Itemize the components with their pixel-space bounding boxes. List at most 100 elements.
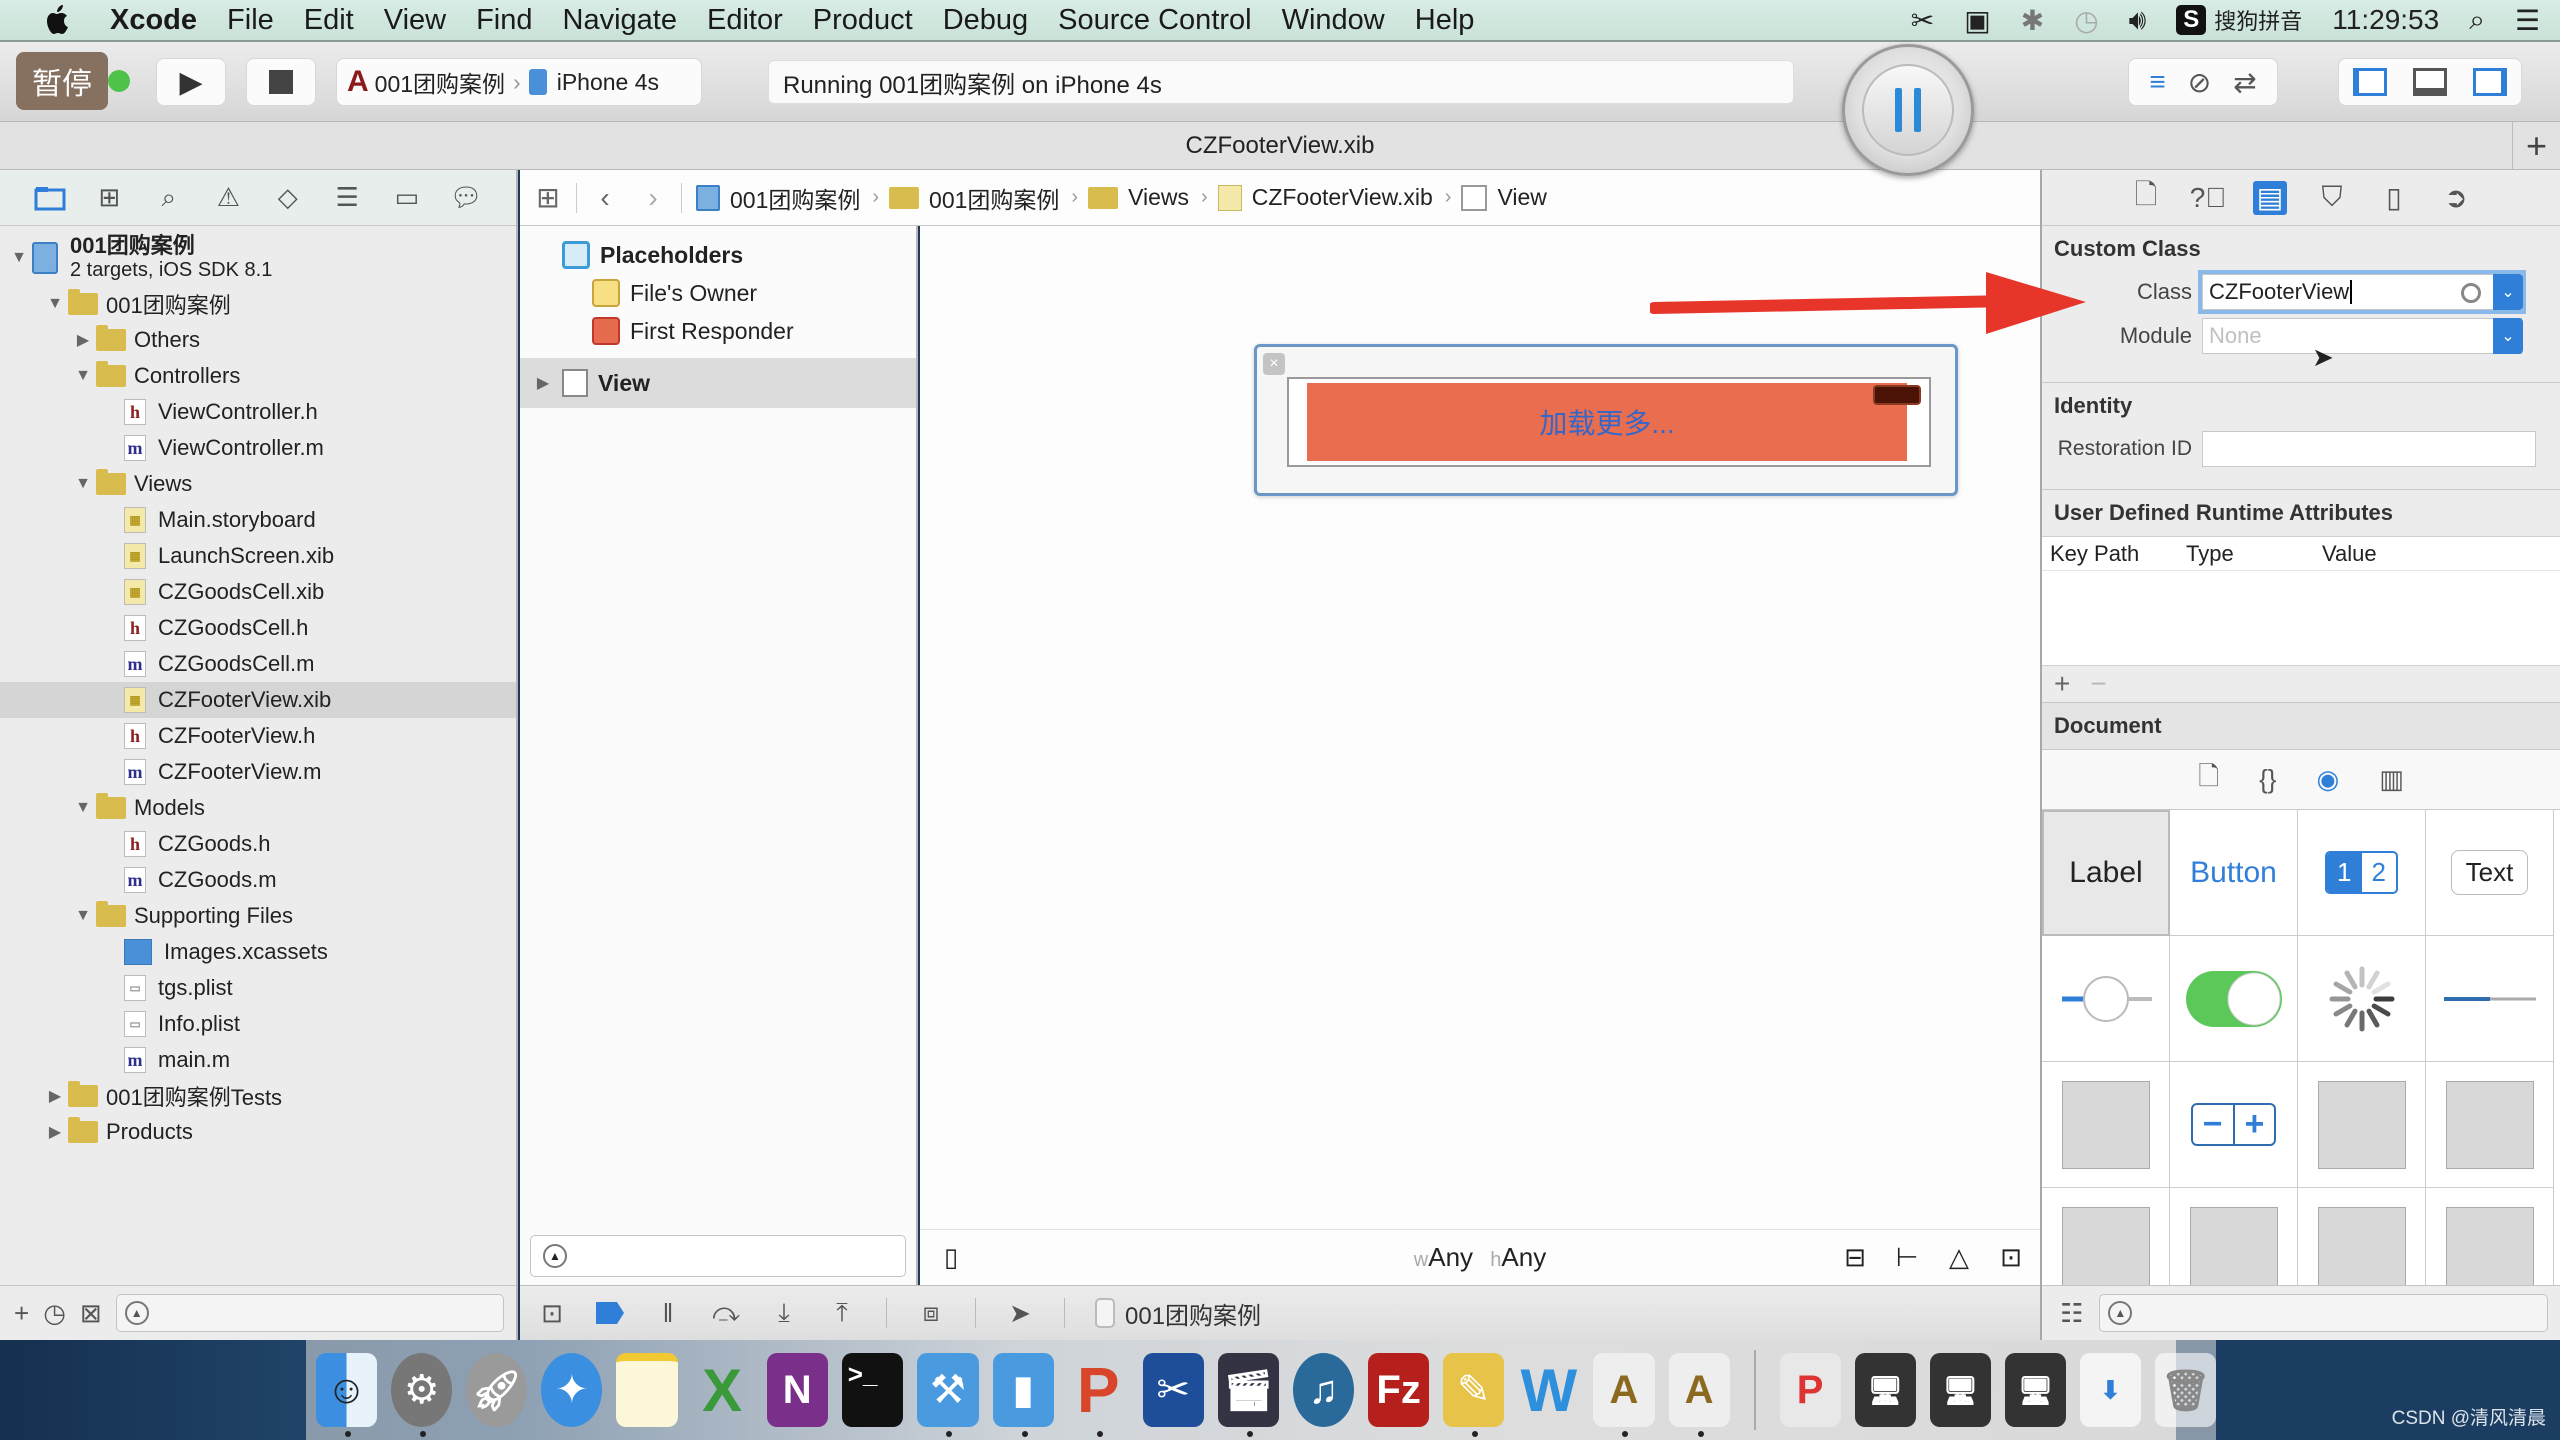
navigator-group[interactable]: ▶ Others	[0, 322, 516, 358]
downloads-folder-icon[interactable]: ⬇	[2079, 1353, 2142, 1427]
quick-help-icon[interactable]: ?⃝	[2190, 181, 2227, 215]
navigator-group[interactable]: ▶ Products	[0, 1114, 516, 1150]
stop-button[interactable]	[246, 58, 316, 106]
col-type[interactable]: Type	[2186, 541, 2322, 567]
process-selector[interactable]: 001团购案例	[1095, 1296, 1261, 1331]
add-file-button[interactable]: +	[14, 1298, 29, 1329]
file-inspector-icon[interactable]: 🗋︎	[2129, 179, 2163, 215]
menu-view[interactable]: View	[384, 4, 446, 37]
library-item-switch[interactable]	[2170, 936, 2298, 1062]
forward-arrow-icon[interactable]: ›	[639, 182, 667, 214]
navigator-file[interactable]: ▦ CZFooterView.xib	[0, 682, 516, 718]
breadcrumb-item[interactable]: Views	[1088, 184, 1189, 211]
powerpoint-icon[interactable]: P	[1068, 1353, 1129, 1437]
chevron-down-icon[interactable]: ⌄	[2493, 274, 2523, 310]
connections-inspector-icon[interactable]: ➲	[2439, 181, 2473, 215]
camera-icon[interactable]: ▣	[1964, 4, 1990, 37]
step-into-icon[interactable]: ⤓	[770, 1297, 798, 1329]
screen-recorder-pause-button[interactable]	[1842, 44, 1974, 176]
disclosure-open-icon[interactable]: ▼	[10, 249, 28, 267]
navigator-group[interactable]: ▼ Models	[0, 790, 516, 826]
code-snippet-library-icon[interactable]: {}	[2259, 764, 2276, 795]
video-editor-icon[interactable]: 🎬︎	[1217, 1353, 1279, 1437]
navigator-file[interactable]: m ViewController.m	[0, 430, 516, 466]
tab-czfooterview-xib[interactable]: CZFooterView.xib	[1186, 132, 1375, 160]
pdf-document-icon[interactable]: P	[1779, 1353, 1841, 1427]
network-share-icon[interactable]: 🖥︎	[1854, 1353, 1916, 1427]
library-item-table-view-cell[interactable]	[2426, 1062, 2554, 1188]
library-filter-input[interactable]: ▲	[2099, 1294, 2548, 1332]
report-icon[interactable]: 💬︎	[450, 182, 483, 214]
disclosure-open-icon[interactable]: ▼	[74, 475, 92, 493]
navigator-file[interactable]: ▭ Info.plist	[0, 1006, 516, 1042]
toggle-navigator-icon[interactable]	[2353, 68, 2387, 96]
pin-icon[interactable]: ⊢	[1890, 1242, 1924, 1273]
navigator-file[interactable]: h CZGoodsCell.h	[0, 610, 516, 646]
navigator-group[interactable]: ▼ Views	[0, 466, 516, 502]
disclosure-open-icon[interactable]: ▼	[74, 907, 92, 925]
step-out-icon[interactable]: ⤒	[828, 1297, 856, 1329]
disclosure-open-icon[interactable]: ▼	[74, 367, 92, 385]
navigator-file[interactable]: ▭ tgs.plist	[0, 970, 516, 1006]
library-item-activity-indicator[interactable]	[2298, 936, 2426, 1062]
navigator-file[interactable]: m CZGoods.m	[0, 862, 516, 898]
navigator-filter-input[interactable]: ▲	[115, 1294, 504, 1332]
simulator-icon[interactable]: ▮	[992, 1353, 1054, 1437]
assistant-editor-icon[interactable]: ⊘	[2188, 66, 2211, 99]
notification-center-icon[interactable]: ☰	[2515, 4, 2540, 37]
menu-app-xcode[interactable]: Xcode	[110, 4, 197, 37]
menu-file[interactable]: File	[227, 4, 274, 37]
disclosure-open-icon[interactable]: ▼	[46, 295, 64, 313]
navigator-group[interactable]: ▶ 001团购案例Tests	[0, 1078, 516, 1114]
paint-brush-icon[interactable]: ✎	[1443, 1353, 1505, 1437]
menu-navigate[interactable]: Navigate	[563, 4, 677, 37]
object-library-icon[interactable]: ◉	[2317, 764, 2340, 795]
breadcrumb-item[interactable]: 001团购案例	[889, 181, 1059, 215]
interface-builder-canvas[interactable]: × 加载更多... ▯ wAny hAny ⊟ ⊢ △ ⊡	[920, 226, 2040, 1285]
terminal-icon[interactable]: >_	[841, 1353, 904, 1427]
size-inspector-icon[interactable]: ▯	[2377, 181, 2411, 215]
volume-icon[interactable]: 🔊︎	[2129, 4, 2147, 37]
outline-placeholders[interactable]: Placeholders	[520, 236, 916, 274]
finder-icon[interactable]: ☺	[316, 1353, 378, 1437]
disclosure-closed-icon[interactable]: ▶	[46, 1122, 64, 1142]
network-share-icon[interactable]: 🖥︎	[2004, 1353, 2066, 1427]
menu-source-control[interactable]: Source Control	[1058, 4, 1251, 37]
input-method[interactable]: S 搜狗拼音	[2176, 4, 2302, 36]
bluetooth-icon[interactable]: ✱	[2021, 4, 2044, 37]
project-row[interactable]: ▼ 001团购案例 2 targets, iOS SDK 8.1	[0, 230, 516, 286]
symbol-hierarchy-icon[interactable]: ⊞	[93, 182, 125, 214]
media-player-icon[interactable]: ♫	[1292, 1353, 1355, 1427]
load-more-button[interactable]: 加载更多...	[1307, 383, 1907, 461]
navigator-file[interactable]: ▦ LaunchScreen.xib	[0, 538, 516, 574]
source-control-filter-icon[interactable]: ⊠	[80, 1298, 102, 1329]
toggle-utilities-icon[interactable]	[2473, 68, 2507, 96]
navigator-file[interactable]: h CZGoods.h	[0, 826, 516, 862]
menu-help[interactable]: Help	[1415, 4, 1475, 37]
resolve-layout-icon[interactable]: △	[1942, 1242, 1976, 1273]
scissors-icon[interactable]: ✂	[1911, 4, 1934, 37]
system-preferences-icon[interactable]: ⚙	[391, 1353, 453, 1437]
screenshot-tool-icon[interactable]: ✂	[1142, 1353, 1204, 1427]
runtime-attributes-table[interactable]: Key Path Type Value	[2042, 536, 2560, 666]
file-template-library-icon[interactable]: 🗋︎	[2198, 758, 2219, 802]
scheme-selector[interactable]: A 001团购案例 › iPhone 4s	[336, 58, 702, 106]
library-item-progress-view[interactable]	[2426, 936, 2554, 1062]
library-item-text-field[interactable]: Text	[2426, 810, 2554, 936]
breakpoints-toggle-icon[interactable]	[596, 1302, 624, 1324]
outline-view[interactable]: ▶ View	[520, 358, 916, 408]
footer-view-scene[interactable]: × 加载更多...	[1254, 344, 1958, 496]
hide-debug-area-icon[interactable]: ⊡	[538, 1298, 566, 1329]
related-items-icon[interactable]: ⊞	[534, 181, 562, 214]
library-item-label[interactable]: Label	[2042, 810, 2170, 936]
step-over-icon[interactable]: ⤼	[712, 1297, 740, 1329]
breakpoint-icon[interactable]: ▭	[391, 182, 423, 214]
align-icon[interactable]: ⊟	[1838, 1242, 1872, 1273]
navigator-file[interactable]: m CZGoodsCell.m	[0, 646, 516, 682]
onenote-icon[interactable]: N	[766, 1353, 828, 1427]
warning-icon[interactable]: ⚠	[212, 182, 244, 214]
test-icon[interactable]: ◇	[272, 182, 304, 214]
breadcrumb-item[interactable]: CZFooterView.xib	[1217, 184, 1433, 211]
identity-inspector-icon[interactable]: ▤	[2253, 180, 2287, 215]
resizing-behavior-icon[interactable]: ⊡	[1994, 1242, 2028, 1273]
